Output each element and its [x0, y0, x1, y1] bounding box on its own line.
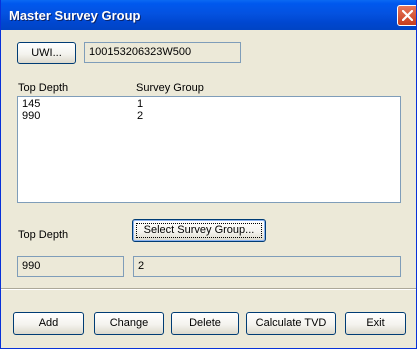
- list-item-survey-group: 2: [137, 110, 144, 122]
- close-icon: [402, 10, 413, 21]
- list-item-survey-group: 1: [137, 98, 144, 110]
- master-survey-group-dialog: Master Survey Group UWI... 100153206323W…: [0, 0, 417, 349]
- calculate-tvd-button[interactable]: Calculate TVD: [246, 312, 336, 335]
- uwi-button[interactable]: UWI...: [17, 42, 76, 64]
- uwi-field[interactable]: 100153206323W500: [84, 42, 241, 63]
- column-header-top-depth[interactable]: Top Depth: [18, 82, 68, 94]
- list-item[interactable]: 145 1: [18, 98, 398, 110]
- close-button[interactable]: [397, 5, 416, 26]
- separator: [1, 288, 416, 290]
- survey-list[interactable]: 145 1 990 2: [17, 96, 401, 203]
- column-header-survey-group[interactable]: Survey Group: [136, 82, 204, 94]
- list-item-top-depth: 145: [22, 98, 41, 110]
- title-bar[interactable]: Master Survey Group: [1, 0, 416, 30]
- delete-button[interactable]: Delete: [171, 312, 239, 335]
- top-depth-label: Top Depth: [18, 229, 69, 241]
- list-item-top-depth: 990: [22, 110, 41, 122]
- add-button[interactable]: Add: [13, 312, 84, 335]
- select-survey-group-label: Select Survey Group...: [143, 224, 255, 236]
- exit-button[interactable]: Exit: [345, 312, 406, 335]
- select-survey-group-button[interactable]: Select Survey Group...: [132, 219, 266, 242]
- window-title: Master Survey Group: [9, 8, 141, 23]
- change-button[interactable]: Change: [94, 312, 164, 335]
- survey-group-field[interactable]: 2: [133, 256, 401, 277]
- list-item[interactable]: 990 2: [18, 110, 398, 122]
- top-depth-field[interactable]: 990: [17, 256, 124, 277]
